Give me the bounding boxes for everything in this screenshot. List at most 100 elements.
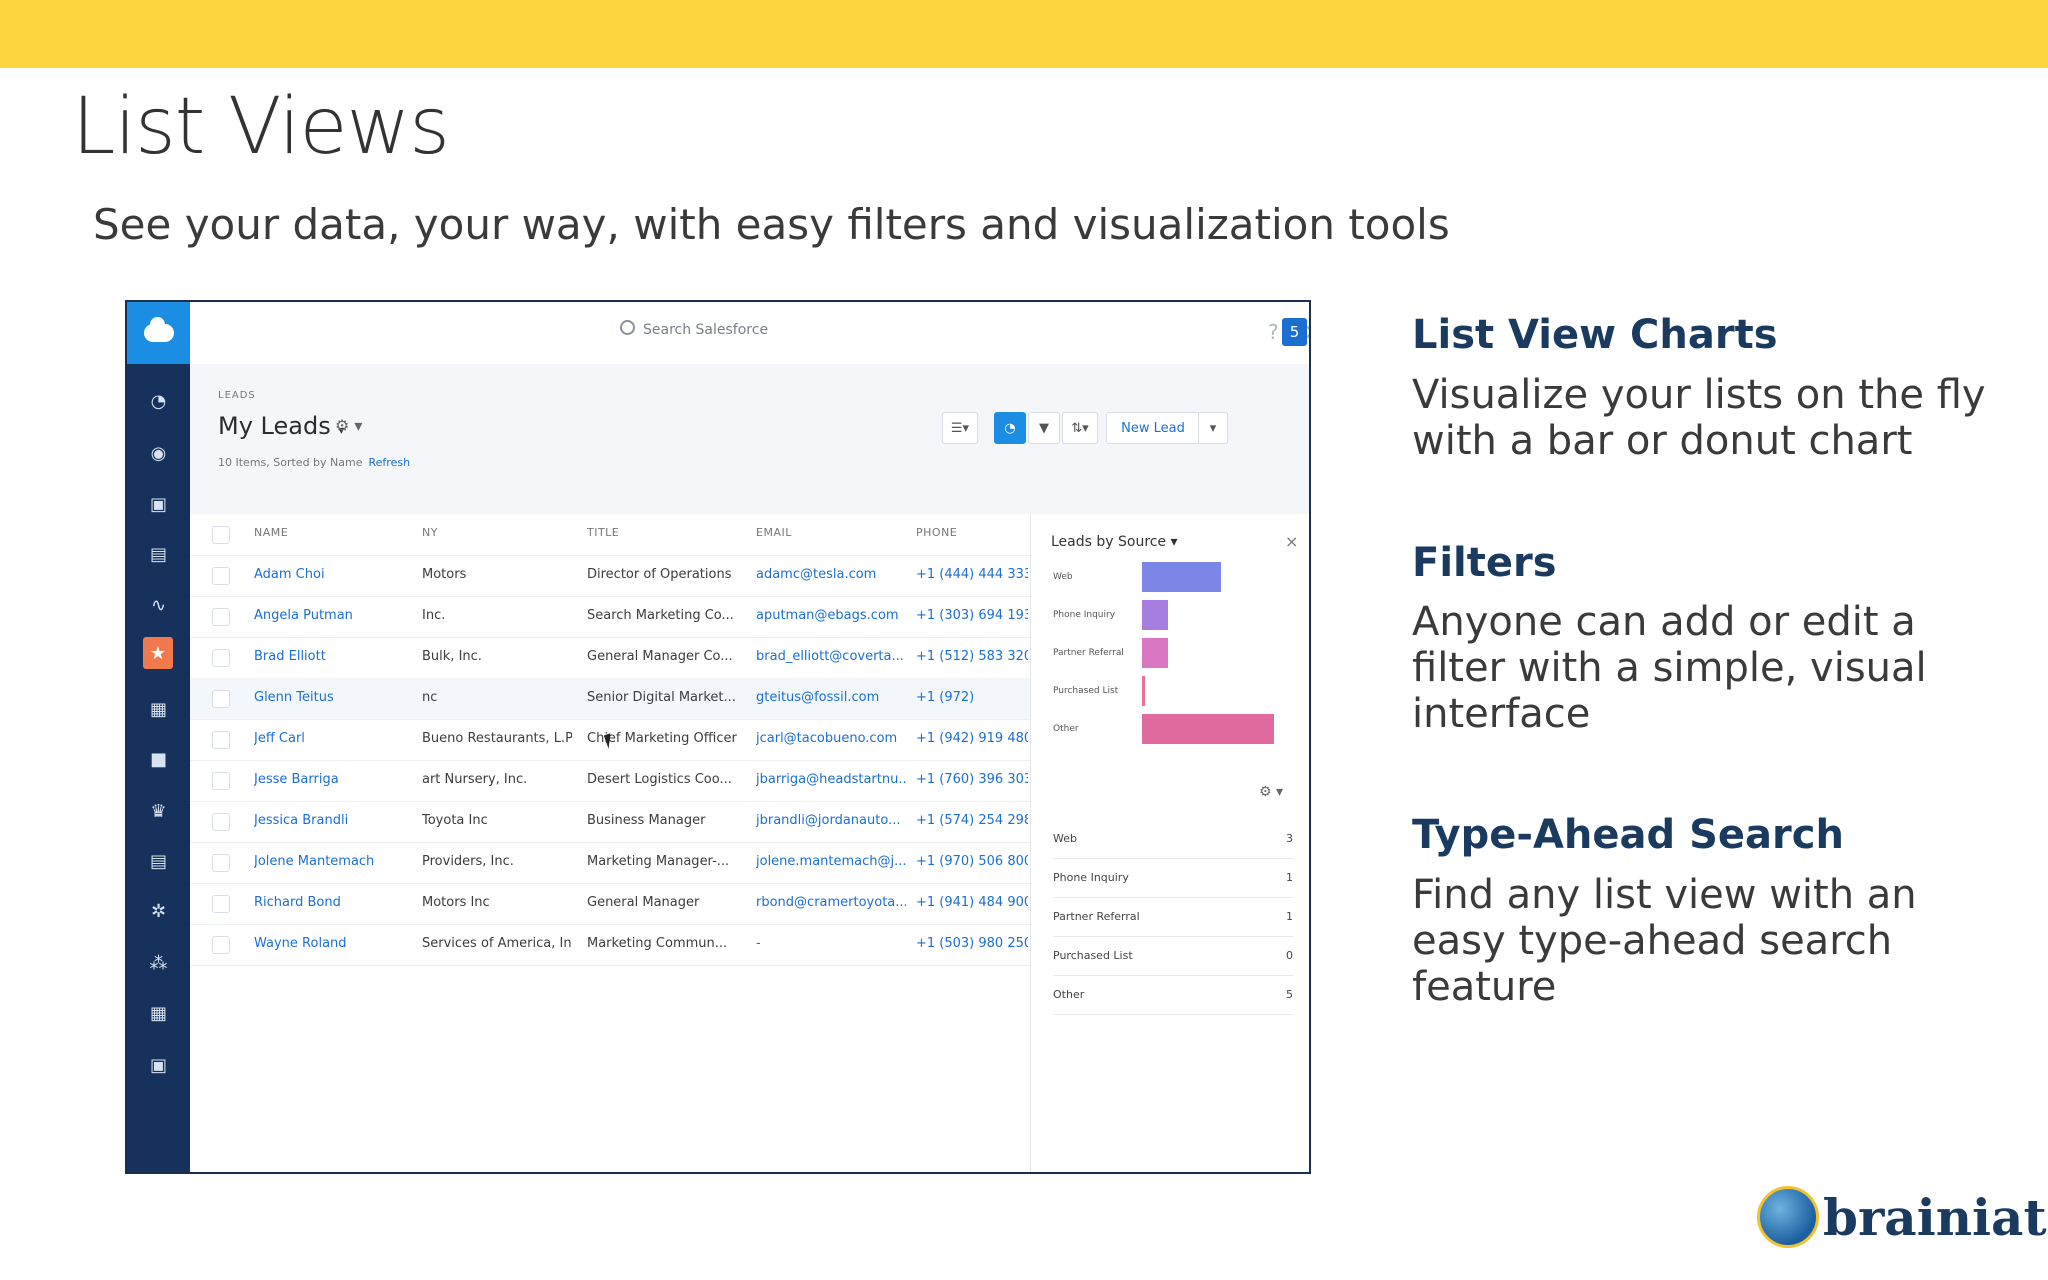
phone-link[interactable]: +1 (512) 583 320 xyxy=(916,649,1028,664)
email-link[interactable]: adamc@tesla.com xyxy=(756,567,906,582)
inbox-icon[interactable]: ▣ xyxy=(127,485,190,523)
lead-name-link[interactable]: Jesse Barriga xyxy=(254,772,409,787)
clipboard-icon[interactable]: ▣ xyxy=(127,1046,190,1084)
email-link[interactable]: rbond@cramertoyota... xyxy=(756,895,906,910)
refresh-link[interactable]: Refresh xyxy=(369,456,411,469)
column-header-email[interactable]: EMAIL xyxy=(756,526,906,539)
select-all-checkbox[interactable] xyxy=(212,526,230,544)
object-label: LEADS xyxy=(218,390,256,401)
column-header-name[interactable]: NAME xyxy=(254,526,409,539)
table-row[interactable]: Glenn Teitus nc Senior Digital Market... gt… xyxy=(190,678,1030,720)
phone-link[interactable]: +1 (942) 919 480 xyxy=(916,731,1028,746)
lead-name-link[interactable]: Jeff Carl xyxy=(254,731,409,746)
lead-name-link[interactable]: Angela Putman xyxy=(254,608,409,623)
email-link[interactable]: jbrandli@jordanauto... xyxy=(756,813,906,828)
chart-bar[interactable] xyxy=(1142,676,1145,706)
close-icon[interactable]: × xyxy=(1285,532,1298,551)
table-row[interactable]: Brad Elliott Bulk, Inc. General Manager Co… xyxy=(190,637,1030,679)
email-link[interactable]: jcarl@tacobueno.com xyxy=(756,731,906,746)
file-icon[interactable]: ▤ xyxy=(127,842,190,880)
table-row[interactable]: Richard Bond Motors Inc General Manager rbo… xyxy=(190,883,1030,925)
folder-icon[interactable]: ■ xyxy=(127,740,190,778)
row-checkbox[interactable] xyxy=(212,731,230,749)
table-header: NAME NY TITLE EMAIL PHONE xyxy=(190,514,1030,556)
table-row[interactable]: Jessica Brandli Toyota Inc Business Manage… xyxy=(190,801,1030,843)
column-header-phone[interactable]: PHONE xyxy=(916,526,1028,539)
chart-bar[interactable] xyxy=(1142,714,1274,744)
sort-button[interactable]: ⇅▾ xyxy=(1062,412,1098,444)
grid-icon[interactable]: ▦ xyxy=(127,994,190,1032)
phone-link[interactable]: +1 (444) 444 333 xyxy=(916,567,1028,582)
row-checkbox[interactable] xyxy=(212,772,230,790)
chart-title[interactable]: Leads by Source ▾ xyxy=(1051,534,1178,550)
notification-badge[interactable]: 5 xyxy=(1282,318,1307,346)
email-link[interactable]: jbarriga@headstartnu... xyxy=(756,772,906,787)
row-checkbox[interactable] xyxy=(212,895,230,913)
feature-heading-charts: List View Charts xyxy=(1412,312,1778,358)
email-link[interactable]: - xyxy=(756,936,906,951)
table-row[interactable]: Wayne Roland Services of America, Inc. Mar… xyxy=(190,924,1030,966)
chart-toggle-button[interactable]: ◔ xyxy=(994,412,1026,444)
compass-icon[interactable]: ◉ xyxy=(127,434,190,472)
lead-name-link[interactable]: Jessica Brandli xyxy=(254,813,409,828)
top-accent-bar xyxy=(0,0,2048,68)
leads-star-icon[interactable]: ★ xyxy=(143,637,173,669)
email-link[interactable]: gteitus@fossil.com xyxy=(756,690,906,705)
chart-category-label: Purchased List xyxy=(1053,686,1119,696)
phone-link[interactable]: +1 (574) 254 298 xyxy=(916,813,1028,828)
phone-link[interactable]: +1 (303) 694 193 xyxy=(916,608,1028,623)
lead-name-link[interactable]: Brad Elliott xyxy=(254,649,409,664)
phone-link[interactable]: +1 (760) 396 303 xyxy=(916,772,1028,787)
document-icon[interactable]: ▤ xyxy=(127,535,190,573)
pulse-icon[interactable]: ∿ xyxy=(127,586,190,624)
table-row[interactable]: Angela Putman Inc. Search Marketing Co... a… xyxy=(190,596,1030,638)
row-checkbox[interactable] xyxy=(212,813,230,831)
phone-link[interactable]: +1 (972) xyxy=(916,690,1028,705)
lead-name-link[interactable]: Jolene Mantemach xyxy=(254,854,409,869)
more-actions-button[interactable]: ▾ xyxy=(1198,412,1228,444)
table-row[interactable]: Adam Choi Motors Director of Operations ada… xyxy=(190,555,1030,597)
phone-link[interactable]: +1 (941) 484 900 xyxy=(916,895,1028,910)
row-checkbox[interactable] xyxy=(212,690,230,708)
column-header-title[interactable]: TITLE xyxy=(587,526,747,539)
list-settings-icon[interactable]: ⚙ ▾ xyxy=(335,416,362,435)
chart-category-label: Other xyxy=(1053,724,1079,734)
title-cell: Director of Operations xyxy=(587,567,732,582)
groups-icon[interactable]: ⁂ xyxy=(127,944,190,982)
filter-button[interactable]: ▼ xyxy=(1028,412,1060,444)
table-row[interactable]: Jesse Barriga art Nursery, Inc. Desert Log… xyxy=(190,760,1030,802)
help-icon[interactable]: ? xyxy=(1268,320,1279,344)
phone-link[interactable]: +1 (970) 506 800 xyxy=(916,854,1028,869)
row-checkbox[interactable] xyxy=(212,608,230,626)
email-link[interactable]: aputman@ebags.com xyxy=(756,608,906,623)
people-icon[interactable]: ✲ xyxy=(127,892,190,930)
phone-link[interactable]: +1 (503) 980 250 xyxy=(916,936,1028,951)
calendar-icon[interactable]: ▦ xyxy=(127,690,190,728)
search-icon xyxy=(620,320,635,335)
new-lead-button[interactable]: New Lead xyxy=(1106,412,1200,444)
lead-name-link[interactable]: Adam Choi xyxy=(254,567,409,582)
email-link[interactable]: jolene.mantemach@j... xyxy=(756,854,906,869)
row-checkbox[interactable] xyxy=(212,854,230,872)
chart-bar[interactable] xyxy=(1142,600,1168,630)
global-search[interactable]: Search Salesforce xyxy=(620,320,768,338)
list-view-selector[interactable]: My Leads ▾ xyxy=(218,412,344,440)
lead-name-link[interactable]: Glenn Teitus xyxy=(254,690,409,705)
email-link[interactable]: brad_elliott@coverta... xyxy=(756,649,906,664)
chart-bar[interactable] xyxy=(1142,638,1168,668)
company-cell: Bulk, Inc. xyxy=(422,649,482,664)
home-icon[interactable]: ◔ xyxy=(127,382,190,420)
table-row[interactable]: Jolene Mantemach Providers, Inc. Marketing… xyxy=(190,842,1030,884)
column-header-company[interactable]: NY xyxy=(422,526,572,539)
chart-data-row: Phone Inquiry 1 xyxy=(1053,859,1293,898)
row-checkbox[interactable] xyxy=(212,567,230,585)
display-as-button[interactable]: ☰▾ xyxy=(942,412,978,444)
chart-bar[interactable] xyxy=(1142,562,1221,592)
row-checkbox[interactable] xyxy=(212,649,230,667)
row-checkbox[interactable] xyxy=(212,936,230,954)
lead-name-link[interactable]: Wayne Roland xyxy=(254,936,409,951)
crown-icon[interactable]: ♛ xyxy=(127,792,190,830)
salesforce-logo[interactable] xyxy=(127,302,190,364)
chart-settings-icon[interactable]: ⚙ ▾ xyxy=(1259,784,1283,800)
lead-name-link[interactable]: Richard Bond xyxy=(254,895,409,910)
